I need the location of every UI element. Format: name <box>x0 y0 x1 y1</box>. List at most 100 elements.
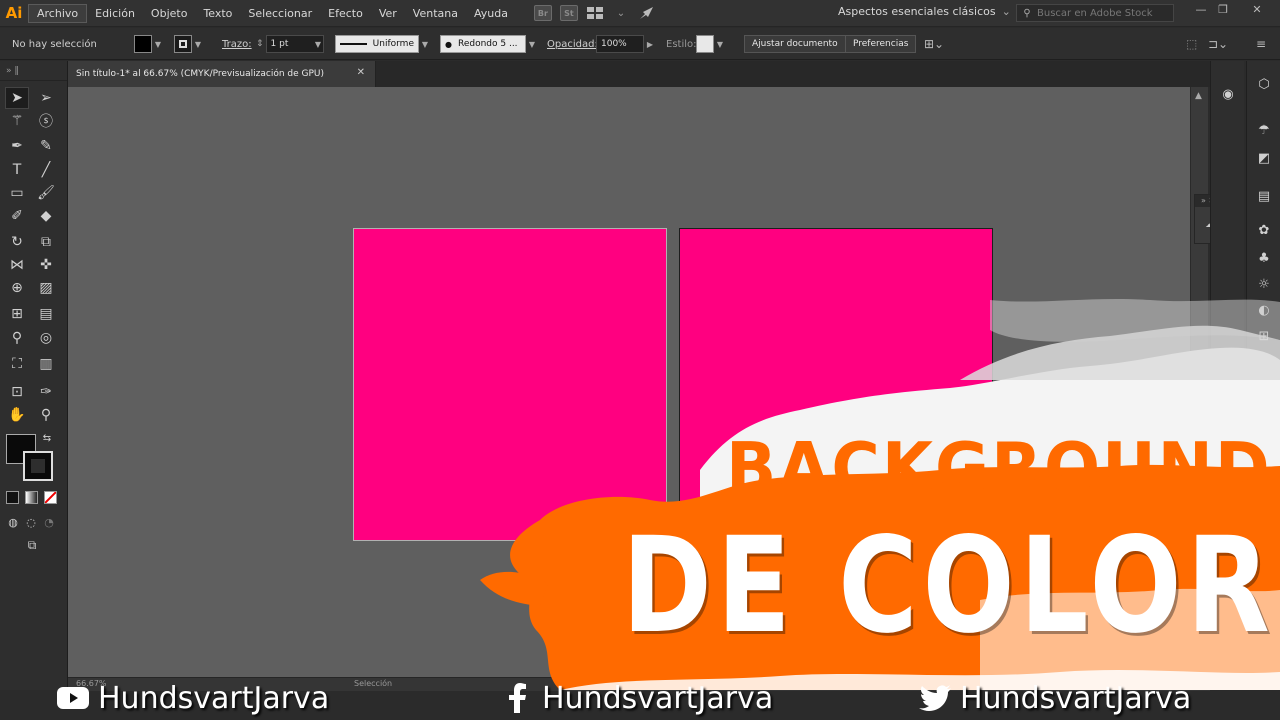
graphic-style-swatch[interactable] <box>696 35 714 53</box>
rectangle-icon[interactable]: ▭ <box>5 182 29 204</box>
chevron-down-icon[interactable]: ⌄ <box>612 5 630 21</box>
style-label: Estilo: <box>666 38 697 50</box>
eyedropper-icon[interactable]: ⚲ <box>5 327 29 349</box>
brush-icon[interactable]: 🖌 <box>34 182 58 204</box>
artboard-icon[interactable]: ⊡ <box>5 381 29 403</box>
perspective-icon[interactable]: ▨ <box>34 277 58 299</box>
magic-wand-icon[interactable]: ⚚ <box>5 110 29 132</box>
zoom-icon[interactable]: ⚲ <box>34 404 58 426</box>
swap-colors-icon[interactable]: ⇆ <box>40 431 54 445</box>
menu-archivo[interactable]: Archivo <box>28 3 88 23</box>
stock-search[interactable]: ⚲ Buscar en Adobe Stock <box>1016 4 1174 22</box>
workspace-switcher[interactable]: Aspectos esenciales clásicos ⌄ <box>838 5 1011 18</box>
align-panel-icon[interactable]: ⊞ <box>1255 327 1273 345</box>
curvature-icon[interactable]: ✎ <box>34 135 58 157</box>
hand-icon[interactable]: ✋ <box>5 404 29 426</box>
lasso-icon[interactable]: ⓢ <box>34 110 58 132</box>
appearance-icon[interactable]: ◉ <box>1219 85 1237 103</box>
width-icon[interactable]: ⋈ <box>5 254 29 276</box>
swatches-icon[interactable]: ◩ <box>1255 149 1273 167</box>
symbol-sprayer-icon[interactable]: ⛶ <box>5 353 29 375</box>
document-tab[interactable]: Sin título-1* al 66.67% (CMYK/Previsuali… <box>68 61 376 87</box>
transform-icon[interactable]: ⬚ <box>1186 28 1197 60</box>
stroke-profile-select[interactable]: Uniforme <box>335 35 419 53</box>
chevron-down-icon[interactable]: ▼ <box>714 40 726 49</box>
shaper-icon[interactable]: ✐ <box>5 205 29 227</box>
stroke-swatch[interactable] <box>23 451 53 481</box>
menu-lines-icon[interactable]: ≡ <box>1256 28 1266 60</box>
draw-inside-icon[interactable]: ◔ <box>40 513 58 531</box>
menu-texto[interactable]: Texto <box>195 5 240 22</box>
stroke-color-swatch[interactable] <box>174 35 192 53</box>
graphic-styles-icon[interactable]: ☼ <box>1255 275 1273 293</box>
puppet-icon[interactable]: ✜ <box>34 254 58 276</box>
stroke-panel-icon[interactable]: ▤ <box>1255 187 1273 205</box>
chevron-right-icon[interactable]: ▶ <box>644 40 656 49</box>
stroke-profile-value: Uniforme <box>372 39 414 49</box>
isolate-icon[interactable]: ⊐⌄ <box>1208 28 1228 60</box>
chevron-down-icon[interactable]: ▼ <box>192 40 204 49</box>
type-icon[interactable]: T <box>5 159 29 181</box>
chevron-down-icon[interactable]: ▼ <box>152 40 164 49</box>
menu-edicion[interactable]: Edición <box>87 5 143 22</box>
chevron-down-icon[interactable]: ▼ <box>526 40 538 49</box>
blend-icon[interactable]: ◎ <box>34 327 58 349</box>
document-tab-title: Sin título-1* al 66.67% (CMYK/Previsuali… <box>76 69 325 79</box>
screen-mode-icon[interactable]: ⧉ <box>20 536 44 554</box>
artboard-1[interactable] <box>353 228 667 541</box>
menu-ver[interactable]: Ver <box>371 5 405 22</box>
menu-ayuda[interactable]: Ayuda <box>466 5 516 22</box>
line-icon[interactable]: ╱ <box>34 159 58 181</box>
minimize-icon[interactable]: — <box>1190 3 1212 21</box>
draw-behind-icon[interactable]: ◌ <box>22 513 40 531</box>
gradient-icon[interactable]: ▤ <box>34 303 58 325</box>
column-graph-icon[interactable]: ▥ <box>34 353 58 375</box>
document-setup-button[interactable]: Ajustar documento <box>744 35 846 53</box>
properties-icon[interactable]: ⬡ <box>1255 75 1273 93</box>
pen-icon[interactable]: ✒ <box>5 135 29 157</box>
align-icon[interactable]: ⊞⌄ <box>924 28 944 60</box>
symbols-icon[interactable]: ♣ <box>1255 249 1273 267</box>
artboards-panel-icon[interactable]: ⧉ <box>1255 379 1273 397</box>
none-mode-icon[interactable] <box>44 491 57 504</box>
eraser-icon[interactable]: ◆ <box>34 205 58 227</box>
rotate-icon[interactable]: ↻ <box>5 231 29 253</box>
scale-icon[interactable]: ⧉ <box>34 231 58 253</box>
asset-export-icon[interactable]: ▢ <box>1255 403 1273 421</box>
menu-ventana[interactable]: Ventana <box>405 5 466 22</box>
transparency-icon[interactable]: ◐ <box>1255 301 1273 319</box>
chevron-down-icon[interactable]: ▼ <box>312 40 324 49</box>
opacity-label[interactable]: Opacidad: <box>547 28 598 60</box>
opacity-field[interactable]: 100% <box>596 35 644 53</box>
slice-icon[interactable]: ✑ <box>34 381 58 403</box>
restore-icon[interactable]: ❐ <box>1212 3 1234 21</box>
preferences-button[interactable]: Preferencias <box>845 35 917 53</box>
menu-objeto[interactable]: Objeto <box>143 5 196 22</box>
stroke-label[interactable]: Trazo: <box>222 28 252 60</box>
scroll-up-icon[interactable]: ▲ <box>1195 91 1202 101</box>
menu-efecto[interactable]: Efecto <box>320 5 371 22</box>
draw-normal-icon[interactable]: ◍ <box>4 513 22 531</box>
shape-builder-icon[interactable]: ⊕ <box>5 277 29 299</box>
menu-seleccionar[interactable]: Seleccionar <box>240 5 320 22</box>
rocket-icon[interactable] <box>638 5 656 21</box>
color-mode-icon[interactable] <box>6 491 19 504</box>
fill-color-swatch[interactable] <box>134 35 152 53</box>
close-icon[interactable]: ✕ <box>1246 3 1268 21</box>
direct-select-icon[interactable]: ➢ <box>34 87 58 109</box>
mesh-icon[interactable]: ⊞ <box>5 303 29 325</box>
bridge-icon[interactable]: Br <box>533 5 552 21</box>
brushes-icon[interactable]: ✿ <box>1255 221 1273 239</box>
stock-icon[interactable]: St <box>559 5 578 21</box>
brush-select[interactable]: ● Redondo 5 ... <box>440 35 526 53</box>
tools-panel-header[interactable]: » ‖ <box>0 61 67 81</box>
stepper-icon[interactable]: ⇕ <box>256 39 264 49</box>
select-arrow-icon[interactable]: ➤ <box>5 87 29 109</box>
close-tab-icon[interactable]: ✕ <box>357 67 365 78</box>
stock-search-input[interactable]: Buscar en Adobe Stock <box>1037 8 1152 19</box>
chevron-down-icon[interactable]: ▼ <box>419 40 431 49</box>
color-guide-icon[interactable]: ☂ <box>1255 121 1273 139</box>
gradient-mode-icon[interactable] <box>25 491 38 504</box>
layers-icon[interactable]: ◈ <box>1255 355 1273 373</box>
arrange-documents-icon[interactable] <box>586 5 604 21</box>
